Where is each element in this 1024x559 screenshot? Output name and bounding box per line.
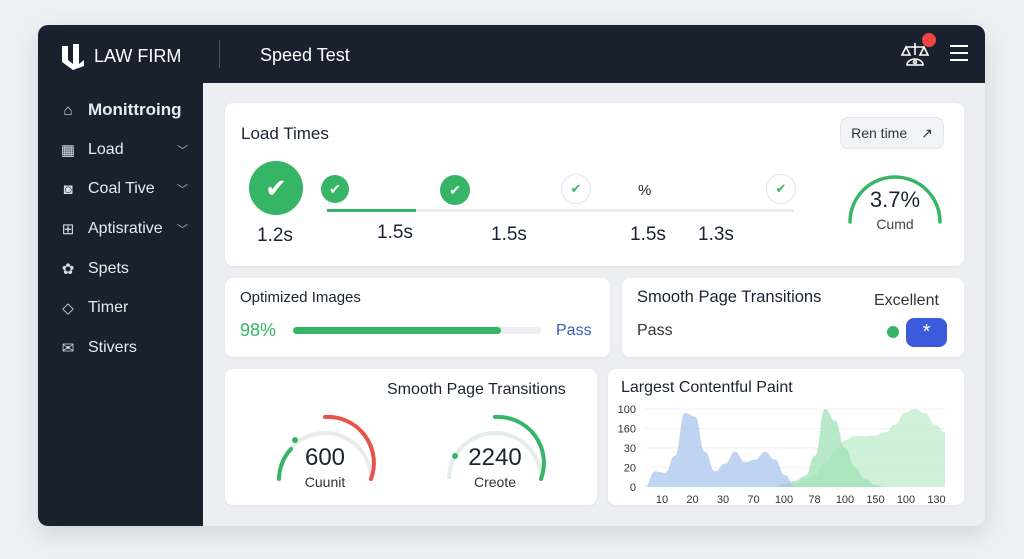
tag-icon: ◇ — [62, 300, 74, 317]
app-window: LAW FIRM Speed Test ⌂ Monittroing ▦ Load ﹀ … — [38, 25, 985, 526]
sidebar-item-label: Monittroing — [88, 100, 182, 119]
x-tick-label: 130 — [927, 494, 945, 505]
star-toggle-button[interactable]: * — [906, 318, 947, 347]
arrow-up-right-icon: ↗ — [921, 124, 933, 141]
optimized-images-card: Optimized Images 98% Pass — [225, 278, 610, 357]
sidebar-item-timer[interactable]: ◇ Timer — [58, 298, 188, 318]
load-times-card: Load Times Ren time ↗ ✔ ✔ ✔ ✔ ✔ % 1.2s 1.… — [225, 103, 964, 266]
gauges-card: Smooth Page Transitions 600 Cuunit 2240 … — [225, 369, 597, 505]
x-tick-label: 150 — [866, 494, 884, 505]
load-progress-fill — [327, 209, 416, 212]
header-divider — [219, 40, 220, 68]
puzzle-icon: ✿ — [61, 261, 75, 278]
gauge-label: Cumd — [876, 216, 914, 232]
optimized-progress-track — [293, 327, 541, 334]
load-time-value: 1.5s — [491, 224, 527, 245]
y-tick-label: 160 — [618, 424, 636, 436]
ren-time-button[interactable]: Ren time ↗ — [840, 117, 944, 149]
sidebar-item-stivers[interactable]: ✉ Stivers — [58, 338, 188, 358]
page-title: Speed Test — [260, 45, 350, 65]
rating-label: Excellent — [874, 292, 939, 309]
home-icon: ⌂ — [63, 101, 73, 119]
lcp-area-chart: 100 160 30 20 0 10 20 30 70 100 78 100 150 100 130 — [618, 404, 946, 505]
card-title: Smooth Page Transitions — [387, 381, 566, 398]
lcp-chart-card: Largest Contentful Paint 100 160 30 20 0 10 20… — [608, 369, 964, 505]
sidebar-item-monitoring[interactable]: ⌂ Monittroing — [58, 100, 188, 120]
chevron-down-icon: ﹀ — [177, 184, 188, 196]
grid-icon: ▦ — [60, 142, 76, 159]
gauge-label: Cuunit — [304, 474, 346, 490]
calendar-plus-icon: ⊞ — [61, 221, 75, 238]
optimized-progress-fill — [293, 327, 502, 334]
sidebar-item-load[interactable]: ▦ Load ﹀ — [58, 140, 188, 160]
y-tick-label: 0 — [630, 482, 636, 494]
chevron-down-icon: ﹀ — [177, 224, 188, 236]
x-tick-label: 10 — [656, 494, 668, 505]
gauge-value: 3.7% — [869, 187, 921, 212]
x-tick-label: 30 — [717, 494, 729, 505]
menu-button[interactable] — [950, 45, 968, 61]
notification-dot — [922, 33, 936, 47]
x-tick-label: 20 — [686, 494, 698, 505]
sidebar-item-aptisrative[interactable]: ⊞ Aptisrative ﹀ — [58, 219, 188, 239]
sidebar-item-label: Coal Tive — [88, 180, 155, 197]
y-tick-label: 20 — [624, 463, 636, 475]
status-label: Pass — [637, 322, 673, 339]
percent-label: % — [638, 182, 652, 199]
smooth-transitions-card: Smooth Page Transitions Pass Excellent * — [622, 278, 964, 357]
status-dot — [887, 326, 899, 338]
gauge-value: 600 — [304, 444, 346, 471]
button-label: Ren time — [851, 125, 908, 141]
gauge-value: 2240 — [468, 444, 522, 471]
card-title: Optimized Images — [240, 289, 361, 306]
sidebar-item-coal-tive[interactable]: ◙ Coal Tive ﹀ — [58, 179, 188, 199]
sidebar-item-label: Load — [88, 141, 124, 158]
sidebar-item-label: Aptisrative — [88, 220, 163, 237]
gauge-label: Creote — [473, 474, 517, 490]
card-title: Load Times — [241, 124, 329, 143]
x-tick-label: 78 — [808, 494, 820, 505]
y-tick-label: 30 — [624, 443, 636, 455]
sidebar-item-label: Spets — [88, 260, 129, 277]
status-label: Pass — [556, 322, 592, 339]
load-time-value: 1.2s — [257, 225, 293, 246]
law-firm-logo-icon — [62, 44, 84, 70]
y-tick-label: 100 — [618, 404, 636, 416]
sidebar-item-label: Timer — [88, 299, 129, 316]
optimized-percent: 98% — [240, 320, 277, 340]
x-tick-label: 100 — [836, 494, 854, 505]
sidebar-item-label: Stivers — [88, 339, 137, 356]
load-time-value: 1.5s — [630, 224, 666, 245]
load-time-value: 1.3s — [698, 224, 734, 245]
sidebar: ⌂ Monittroing ▦ Load ﹀ ◙ Coal Tive ﹀ ⊞ Aptisra… — [38, 83, 203, 526]
x-tick-label: 70 — [747, 494, 759, 505]
mail-icon: ✉ — [61, 340, 75, 357]
brand-name: LAW FIRM — [94, 45, 182, 66]
chevron-down-icon: ﹀ — [177, 145, 188, 157]
check-icon: ✔ — [766, 174, 796, 204]
camera-icon: ◙ — [63, 180, 73, 198]
check-icon: ✔ — [561, 174, 591, 204]
check-icon: ✔ — [440, 175, 470, 205]
sidebar-item-spets[interactable]: ✿ Spets — [58, 259, 188, 279]
check-icon: ✔ — [249, 161, 303, 215]
load-time-value: 1.5s — [377, 222, 413, 243]
check-icon: ✔ — [321, 175, 349, 203]
load-progress-track — [327, 209, 794, 212]
x-tick-label: 100 — [897, 494, 915, 505]
asterisk-icon: * — [922, 321, 931, 343]
x-tick-label: 100 — [775, 494, 793, 505]
header: LAW FIRM Speed Test — [38, 25, 985, 83]
brand-logo[interactable]: LAW FIRM — [60, 42, 181, 70]
card-title: Smooth Page Transitions — [637, 288, 822, 306]
